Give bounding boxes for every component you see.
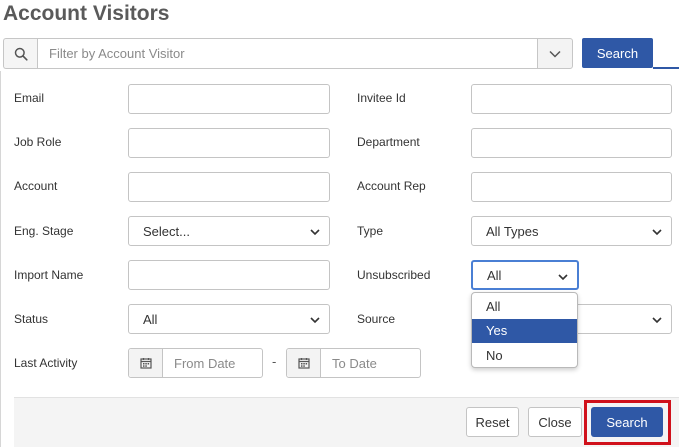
unsubscribed-dropdown-list: All Yes No (471, 292, 578, 368)
to-date-calendar-button[interactable] (287, 349, 321, 377)
search-icon-button[interactable] (3, 38, 38, 69)
source-label: Source (357, 312, 396, 326)
calendar-icon (139, 358, 152, 369)
dropdown-option-all[interactable]: All (472, 294, 577, 319)
unsubscribed-value: All (487, 267, 502, 283)
unsubscribed-label: Unsubscribed (357, 268, 431, 282)
chevron-down-icon (549, 50, 561, 58)
close-button[interactable]: Close (528, 407, 582, 437)
account-label: Account (14, 179, 58, 193)
account-rep-field[interactable] (471, 172, 672, 202)
last-activity-label: Last Activity (14, 356, 78, 370)
from-date-calendar-button[interactable] (129, 349, 163, 377)
job-role-label: Job Role (14, 135, 62, 149)
reset-button[interactable]: Reset (466, 407, 519, 437)
to-date-placeholder: To Date (332, 355, 377, 371)
type-select[interactable]: All Types (471, 216, 672, 246)
to-date-field[interactable]: To Date (286, 348, 421, 378)
dropdown-option-no[interactable]: No (472, 343, 577, 368)
page-title: Account Visitors (3, 2, 170, 25)
status-select[interactable]: All (128, 304, 330, 334)
chevron-down-icon (558, 274, 568, 281)
date-range-separator: - (272, 354, 277, 369)
eng-stage-label: Eng. Stage (14, 224, 74, 238)
from-date-placeholder: From Date (174, 355, 236, 371)
email-field[interactable] (128, 84, 330, 114)
email-label: Email (14, 91, 45, 105)
department-field[interactable] (471, 128, 672, 158)
dropdown-option-yes[interactable]: Yes (472, 318, 577, 343)
chevron-down-icon (652, 317, 662, 324)
search-icon (14, 47, 28, 61)
search-input[interactable] (37, 38, 538, 69)
eng-stage-value: Select... (143, 223, 190, 239)
search-bar: Search (0, 38, 679, 71)
invitee-id-label: Invitee Id (357, 91, 406, 105)
eng-stage-select[interactable]: Select... (128, 216, 330, 246)
job-role-field[interactable] (128, 128, 330, 158)
top-search-button[interactable]: Search (582, 38, 653, 68)
import-name-field[interactable] (128, 260, 330, 290)
department-label: Department (357, 135, 420, 149)
calendar-icon (297, 358, 310, 369)
account-rep-label: Account Rep (357, 179, 426, 193)
from-date-field[interactable]: From Date (128, 348, 263, 378)
type-label: Type (357, 224, 384, 238)
tab-underline (653, 67, 679, 69)
type-value: All Types (486, 223, 539, 239)
import-name-label: Import Name (14, 268, 84, 282)
search-button-highlight (584, 400, 671, 445)
status-label: Status (14, 312, 49, 326)
chevron-down-icon (310, 317, 320, 324)
unsubscribed-select[interactable]: All (471, 260, 579, 290)
search-dropdown-toggle[interactable] (537, 38, 573, 69)
chevron-down-icon (652, 229, 662, 236)
invitee-id-field[interactable] (471, 84, 672, 114)
status-value: All (143, 311, 158, 327)
account-field[interactable] (128, 172, 330, 202)
chevron-down-icon (310, 229, 320, 236)
